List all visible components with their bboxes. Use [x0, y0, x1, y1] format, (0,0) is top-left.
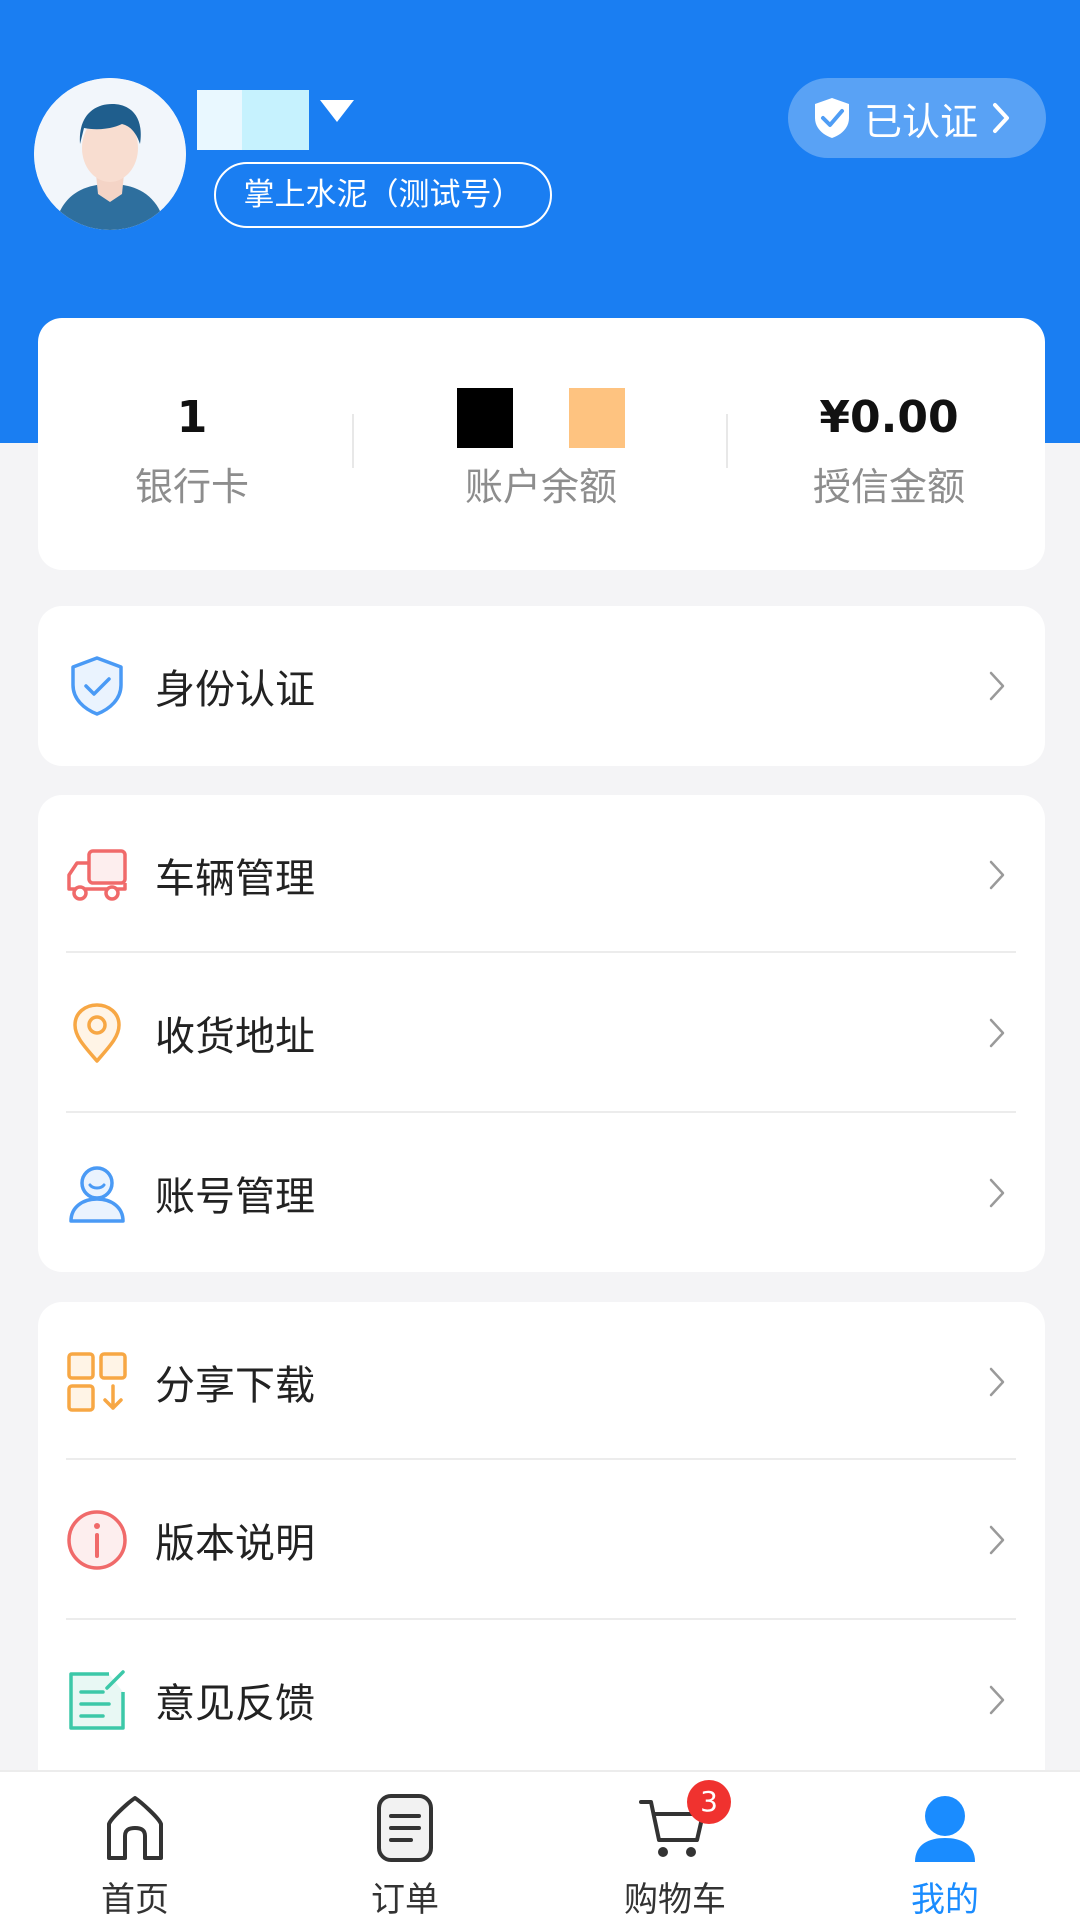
- menu-label: 身份认证: [155, 667, 315, 713]
- menu-item-identity[interactable]: 身份认证: [38, 606, 1045, 766]
- balance-label: 账户余额: [464, 465, 617, 509]
- menu-label: 收货地址: [155, 1014, 315, 1060]
- chevron-right-icon: [989, 1178, 1005, 1208]
- home-icon: [107, 1796, 163, 1860]
- credit-stat[interactable]: ¥0.00 授信金额: [739, 388, 1039, 511]
- menu-item-vehicle[interactable]: 车辆管理: [38, 795, 1045, 955]
- menu-label: 分享下载: [155, 1363, 315, 1409]
- chevron-right-icon: [993, 103, 1010, 133]
- menu-label: 车辆管理: [155, 856, 315, 902]
- company-tag: 掌上水泥（测试号）: [214, 162, 552, 228]
- mask-block: [569, 388, 625, 448]
- bank-card-count: 1: [176, 392, 208, 443]
- avatar[interactable]: [34, 78, 186, 230]
- tab-label: 购物车: [624, 1880, 726, 1920]
- credit-amount: ¥0.00: [819, 392, 959, 443]
- menu-group-management: 车辆管理 收货地址 账号管理: [38, 795, 1045, 1272]
- switch-account-caret-icon[interactable]: [320, 100, 354, 122]
- menu-item-share[interactable]: 分享下载: [38, 1302, 1045, 1462]
- balance-masked-value: [391, 388, 691, 448]
- menu-item-feedback[interactable]: 意见反馈: [38, 1620, 1045, 1780]
- tab-label: 订单: [371, 1880, 439, 1920]
- tab-label: 首页: [101, 1880, 169, 1920]
- chevron-right-icon: [989, 1525, 1005, 1555]
- divider: [352, 414, 354, 468]
- verified-label: 已认证: [864, 99, 979, 144]
- tab-orders[interactable]: 订单: [270, 1772, 540, 1920]
- info-icon: [67, 1510, 127, 1570]
- chevron-right-icon: [989, 671, 1005, 701]
- menu-item-account[interactable]: 账号管理: [38, 1113, 1045, 1273]
- bank-card-stat[interactable]: 1 银行卡: [42, 388, 342, 511]
- menu-group-identity: 身份认证: [38, 606, 1045, 766]
- qr-download-icon: [67, 1352, 127, 1412]
- menu-item-version[interactable]: 版本说明: [38, 1460, 1045, 1620]
- tab-cart[interactable]: 3 购物车: [540, 1772, 810, 1920]
- shield-check-icon: [71, 656, 123, 716]
- chevron-right-icon: [989, 1018, 1005, 1048]
- menu-label: 账号管理: [155, 1174, 315, 1220]
- verified-button[interactable]: 已认证: [788, 78, 1046, 158]
- order-list-icon: [377, 1794, 433, 1862]
- menu-label: 版本说明: [155, 1521, 315, 1567]
- credit-label: 授信金额: [812, 465, 965, 509]
- bottom-tab-bar: 首页 订单 3 购物车 我的: [0, 1770, 1080, 1920]
- balance-stat[interactable]: 账户余额: [391, 388, 691, 511]
- mask-block: [457, 388, 513, 448]
- truck-icon: [67, 849, 127, 901]
- chevron-right-icon: [989, 1367, 1005, 1397]
- divider: [726, 414, 728, 468]
- user-avatar-icon: [34, 78, 186, 230]
- menu-item-address[interactable]: 收货地址: [38, 953, 1045, 1113]
- feedback-edit-icon: [69, 1670, 125, 1730]
- menu-group-other: 分享下载 版本说明 意见反馈: [38, 1302, 1045, 1822]
- cart-count-badge: 3: [687, 1780, 731, 1824]
- my-profile-page: 掌上水泥（测试号） 已认证 1 银行卡 账户余额 ¥0.00 授信金额 身份认证…: [0, 0, 1080, 1920]
- account-stats-card: 1 银行卡 账户余额 ¥0.00 授信金额: [38, 318, 1045, 570]
- chevron-right-icon: [989, 1685, 1005, 1715]
- tab-label: 我的: [911, 1880, 979, 1920]
- bank-card-label: 银行卡: [134, 465, 249, 509]
- location-pin-icon: [73, 1003, 121, 1063]
- tab-mine[interactable]: 我的: [810, 1772, 1080, 1920]
- menu-label: 意见反馈: [155, 1681, 315, 1727]
- tab-home[interactable]: 首页: [0, 1772, 270, 1920]
- chevron-right-icon: [989, 860, 1005, 890]
- user-profile-icon: [915, 1796, 975, 1862]
- user-icon: [69, 1166, 125, 1223]
- shield-check-icon: [815, 98, 849, 138]
- user-name-masked: [197, 90, 309, 150]
